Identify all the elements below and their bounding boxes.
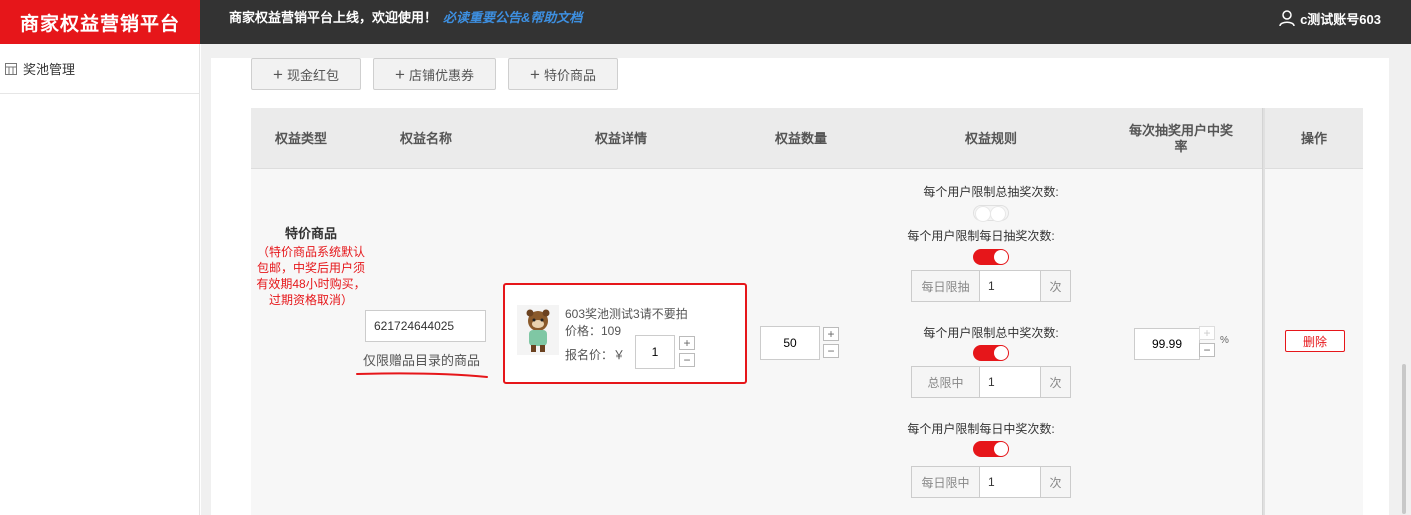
daily-draw-limit-group: 每日限抽 次: [911, 270, 1071, 302]
daily-win-limit-group: 每日限中 次: [911, 466, 1071, 498]
rule-total-draw-label: 每个用户限制总抽奖次数:: [923, 185, 1059, 199]
rule-total-win-toggle[interactable]: [973, 345, 1009, 361]
header-win-rate-line2: 率: [1174, 138, 1188, 154]
daily-draw-prefix: 每日限抽: [912, 271, 980, 301]
sidebar: 奖池管理: [0, 44, 200, 515]
header-detail: 权益详情: [594, 130, 647, 146]
signup-price-input[interactable]: [635, 335, 675, 369]
header-rules: 权益规则: [964, 130, 1017, 146]
annotation-underline: [356, 372, 488, 378]
rule-daily-win-toggle[interactable]: [973, 441, 1009, 457]
header-name: 权益名称: [399, 130, 452, 146]
win-rate-increment[interactable]: +: [1199, 326, 1215, 340]
rule-total-win-label: 每个用户限制总中奖次数:: [923, 326, 1059, 340]
type-title: 特价商品: [284, 226, 337, 241]
total-win-input[interactable]: [980, 367, 1040, 397]
user-icon: [1279, 10, 1295, 27]
signup-price-increment[interactable]: +: [679, 336, 695, 350]
main-content: + 现金红包 + 店铺优惠券 + 特价商品 权益类型 权益名称 权益详情 权益数…: [201, 44, 1411, 515]
column-divider: [1262, 108, 1265, 515]
add-special-label: 特价商品: [543, 67, 596, 83]
benefit-table: 权益类型 权益名称 权益详情 权益数量 权益规则 每次抽奖用户中奖 率 操作 特…: [251, 108, 1363, 515]
daily-win-suffix: 次: [1040, 467, 1070, 497]
add-cash-redpacket-button[interactable]: + 现金红包: [251, 58, 361, 90]
product-name: 603奖池测试3请不要拍: [565, 307, 688, 321]
plus-icon: +: [530, 64, 540, 84]
rule-daily-win-label: 每个用户限制每日中奖次数:: [907, 422, 1055, 436]
header-quantity: 权益数量: [774, 130, 827, 146]
grid-icon: [5, 62, 17, 75]
rule-daily-draw-label: 每个用户限制每日抽奖次数:: [907, 229, 1055, 243]
signup-price-decrement[interactable]: −: [679, 353, 695, 367]
daily-win-input[interactable]: [980, 467, 1040, 497]
sidebar-item-label: 奖池管理: [23, 62, 76, 77]
header-win-rate: 每次抽奖用户中奖 率: [1121, 108, 1241, 169]
vertical-scrollbar[interactable]: [1402, 364, 1406, 514]
announcement-bar: 商家权益营销平台上线，欢迎使用！ 必读重要公告&帮助文档: [229, 0, 582, 36]
plus-icon: +: [395, 64, 405, 84]
header-type: 权益类型: [274, 130, 327, 146]
signup-price-label: 报名价：￥: [565, 348, 626, 362]
total-win-prefix: 总限中: [912, 367, 980, 397]
daily-draw-input[interactable]: [980, 271, 1040, 301]
benefit-detail-box: 603奖池测试3请不要拍 价格：109 报名价：￥ + −: [503, 283, 747, 384]
rule-daily-draw-toggle[interactable]: [973, 249, 1009, 265]
win-rate-decrement[interactable]: −: [1199, 343, 1215, 357]
header-win-rate-line1: 每次抽奖用户中奖: [1128, 122, 1233, 138]
quantity-input[interactable]: [760, 326, 820, 360]
type-note: （特价商品系统默认包邮，中奖后用户须有效期48小时购买，过期资格取消）: [256, 245, 366, 307]
brand-logo[interactable]: 商家权益营销平台: [0, 0, 200, 44]
type-cell: 特价商品 （特价商品系统默认包邮，中奖后用户须有效期48小时购买，过期资格取消）: [251, 223, 371, 308]
benefit-name-input[interactable]: [365, 310, 486, 342]
product-thumbnail[interactable]: [517, 305, 559, 355]
announcement-text: 商家权益营销平台上线，欢迎使用！: [229, 10, 438, 25]
rule-total-draw-toggle[interactable]: [973, 205, 1009, 222]
add-special-product-button[interactable]: + 特价商品: [508, 58, 618, 90]
daily-win-prefix: 每日限中: [912, 467, 980, 497]
plus-icon: +: [273, 64, 283, 84]
add-cash-label: 现金红包: [286, 67, 339, 83]
add-store-coupon-button[interactable]: + 店铺优惠券: [373, 58, 496, 90]
total-win-suffix: 次: [1040, 367, 1070, 397]
win-rate-unit: %: [1220, 335, 1229, 346]
table-header: 权益类型 权益名称 权益详情 权益数量 权益规则 每次抽奖用户中奖 率 操作: [251, 108, 1363, 169]
account-name: c测试账号603: [1300, 11, 1381, 27]
quantity-decrement[interactable]: −: [823, 344, 839, 358]
announcement-link[interactable]: 必读重要公告&帮助文档: [443, 10, 582, 25]
total-win-limit-group: 总限中 次: [911, 366, 1071, 398]
win-rate-input[interactable]: [1134, 328, 1200, 360]
sidebar-item-prize-pool[interactable]: 奖池管理: [0, 44, 199, 94]
top-bar: 商家权益营销平台 商家权益营销平台上线，欢迎使用！ 必读重要公告&帮助文档 c测试…: [0, 0, 1411, 44]
add-coupon-label: 店铺优惠券: [408, 67, 474, 83]
prize-panel: + 现金红包 + 店铺优惠券 + 特价商品 权益类型 权益名称 权益详情 权益数…: [211, 58, 1389, 515]
product-price: 价格：109: [565, 324, 622, 338]
header-operations: 操作: [1300, 130, 1327, 146]
quantity-increment[interactable]: +: [823, 327, 839, 341]
delete-button[interactable]: 删除: [1285, 330, 1345, 352]
account-menu[interactable]: c测试账号603: [1278, 0, 1381, 36]
daily-draw-suffix: 次: [1040, 271, 1070, 301]
benefit-name-hint: 仅限赠品目录的商品: [363, 353, 481, 368]
